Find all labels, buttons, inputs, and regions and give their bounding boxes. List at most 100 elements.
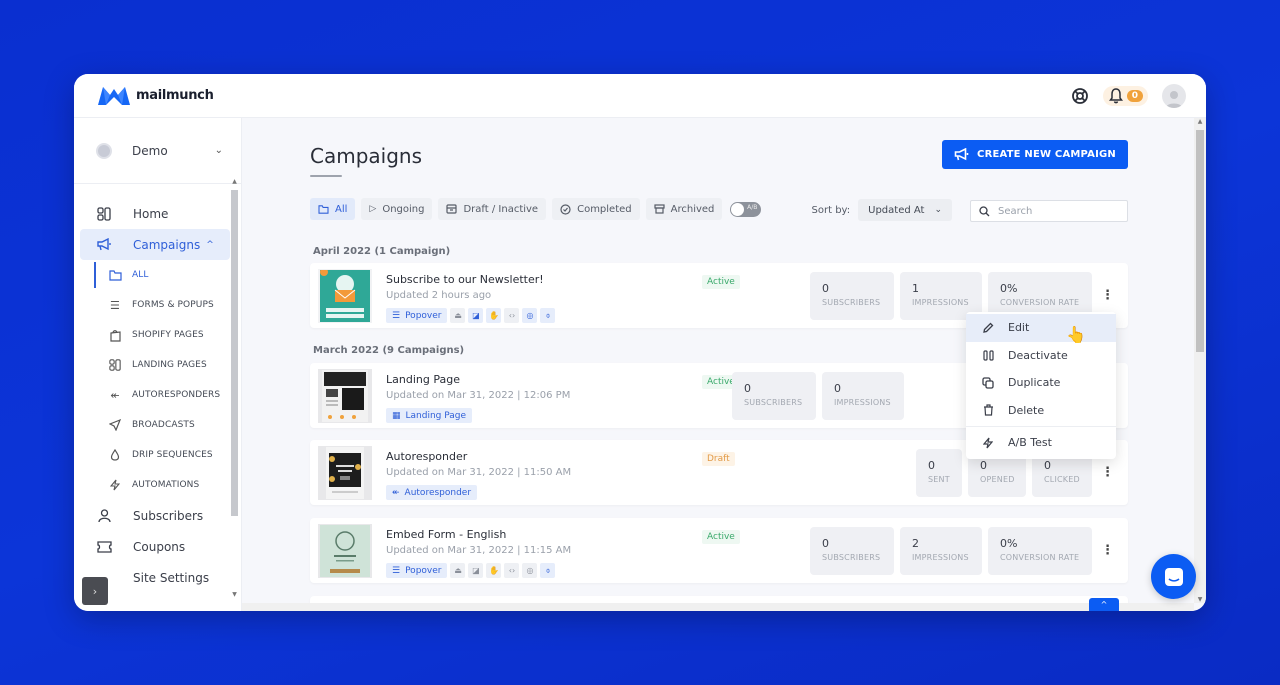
lifebuoy-icon[interactable]	[1071, 87, 1089, 105]
stat-label: CONVERSION RATE	[1000, 298, 1080, 307]
bell-icon	[1108, 88, 1123, 104]
chevron-up-icon: ^	[206, 239, 214, 250]
menu-item-deactivate[interactable]: Deactivate	[966, 342, 1116, 370]
filter-all[interactable]: All	[310, 198, 356, 220]
menu-item-duplicate[interactable]: Duplicate	[966, 369, 1116, 397]
code-icon: ‹›	[504, 563, 520, 578]
sidebar-sub-label: DRIP SEQUENCES	[132, 450, 213, 460]
sort-value: Updated At	[868, 204, 925, 216]
search-icon	[979, 205, 990, 216]
sidebar-sub-broadcasts[interactable]: BROADCASTS	[88, 410, 230, 440]
menu-item-edit[interactable]: Edit	[966, 314, 1116, 342]
workspace-selector[interactable]: Demo ⌄	[74, 118, 241, 184]
scroll-up-arrow-icon[interactable]: ▲	[230, 178, 239, 185]
search-field[interactable]	[970, 200, 1128, 222]
stat-impressions: 2 IMPRESSIONS	[900, 527, 982, 575]
reply-all-icon: ↞	[110, 388, 120, 402]
scroll-down-arrow-icon[interactable]: ▼	[1194, 596, 1206, 603]
scroll-down-arrow-icon[interactable]: ▼	[230, 591, 239, 598]
campaign-thumbnail	[318, 269, 372, 323]
play-icon: ▷	[369, 204, 377, 214]
brand-name: mailmunch	[136, 88, 214, 103]
more-options-icon[interactable]: ⋮	[1101, 544, 1114, 557]
tag-label: Popover	[405, 310, 442, 321]
target-icon: ◎	[522, 563, 538, 578]
copy-icon	[982, 377, 994, 389]
main-scrollbar[interactable]: ▲ ▼	[1194, 118, 1206, 603]
send-icon	[108, 419, 122, 431]
sort-select[interactable]: Updated At ⌄	[858, 199, 952, 221]
campaign-title[interactable]: Embed Form - English	[386, 528, 506, 541]
ab-test-toggle[interactable]: A/B	[730, 201, 762, 217]
stat-label: CONVERSION RATE	[1000, 553, 1080, 562]
campaign-title[interactable]: Landing Page	[386, 373, 460, 386]
menu-item-delete[interactable]: Delete	[966, 397, 1116, 425]
menu-item-label: Edit	[1008, 321, 1030, 335]
user-avatar[interactable]	[1162, 84, 1186, 108]
chevron-right-icon: ›	[92, 584, 98, 598]
filter-label: Ongoing	[382, 203, 425, 215]
menu-item-ab-test[interactable]: A/B Test	[966, 429, 1116, 457]
sidebar-scrollbar[interactable]: ▲ ▼	[230, 178, 239, 598]
title-underline	[310, 175, 342, 177]
sidebar-item-campaigns[interactable]: Campaigns ^	[80, 229, 230, 260]
campaign-title[interactable]: Subscribe to our Newsletter!	[386, 273, 544, 286]
campaign-updated: Updated on Mar 31, 2022 | 11:15 AM	[386, 545, 572, 556]
sidebar-sub-landing-pages[interactable]: LANDING PAGES	[88, 350, 230, 380]
active-indicator	[94, 262, 96, 288]
sidebar-item-subscribers[interactable]: Subscribers	[80, 500, 230, 531]
chat-widget-button[interactable]	[1151, 554, 1196, 599]
more-options-icon[interactable]: ⋮	[1101, 289, 1114, 302]
filter-ongoing[interactable]: ▷ Ongoing	[361, 198, 433, 220]
sidebar-sub-shopify-pages[interactable]: SHOPIFY PAGES	[88, 320, 230, 350]
trash-icon	[982, 404, 994, 416]
sidebar-sub-all[interactable]: ALL	[88, 260, 230, 290]
stat-value: 0	[822, 537, 829, 550]
scrollbar-thumb[interactable]	[231, 190, 238, 516]
bolt-icon	[108, 479, 122, 491]
scroll-up-arrow-icon[interactable]: ▲	[1194, 118, 1206, 125]
filter-archived[interactable]: Archived	[645, 198, 723, 220]
search-input[interactable]	[998, 205, 1118, 217]
create-new-campaign-button[interactable]: CREATE NEW CAMPAIGN	[942, 140, 1128, 169]
sidebar-sub-autoresponders[interactable]: ↞ AUTORESPONDERS	[88, 380, 230, 410]
toggle-knob	[731, 202, 745, 216]
campaign-updated: Updated 2 hours ago	[386, 290, 492, 301]
back-to-top-button[interactable]: ^	[1089, 598, 1119, 611]
list-icon: ☰	[392, 310, 401, 321]
stat-sent: 0 SENT	[916, 449, 962, 497]
sidebar-sub-drip-sequences[interactable]: DRIP SEQUENCES	[88, 440, 230, 470]
filter-draft-inactive[interactable]: Draft / Inactive	[438, 198, 547, 220]
filter-label: Archived	[670, 203, 715, 215]
campaign-type-tag: ↞ Autoresponder	[386, 485, 478, 500]
horizontal-scrollbar[interactable]	[242, 603, 1194, 611]
campaigns-submenu: ALL ☰ FORMS & POPUPS SHOPIFY PAGES LANDI…	[88, 260, 230, 500]
sidebar-sub-label: SHOPIFY PAGES	[132, 330, 204, 340]
campaign-type-tag: ☰ Popover	[386, 308, 448, 323]
more-options-icon[interactable]: ⋮	[1101, 466, 1114, 479]
hand-icon: ✋	[486, 563, 502, 578]
notifications-button[interactable]: 0	[1102, 86, 1148, 106]
campaign-tags: ↞ Autoresponder	[386, 485, 478, 500]
menu-item-label: Delete	[1008, 403, 1045, 417]
sidebar-item-label: Site Settings	[133, 570, 210, 585]
sidebar-item-home[interactable]: Home	[80, 198, 230, 229]
sidebar-sub-automations[interactable]: AUTOMATIONS	[88, 470, 230, 500]
check-circle-icon	[560, 203, 571, 215]
filter-completed[interactable]: Completed	[552, 198, 640, 220]
campaign-title[interactable]: Autoresponder	[386, 450, 467, 463]
sidebar-item-coupons[interactable]: Coupons	[80, 531, 230, 562]
home-grid-icon	[96, 206, 112, 221]
collapse-sidebar-button[interactable]: ›	[82, 577, 108, 605]
logo[interactable]: mailmunch	[96, 83, 214, 109]
user-icon	[96, 508, 112, 523]
sidebar-sub-label: AUTORESPONDERS	[132, 390, 221, 400]
scrollbar-thumb[interactable]	[1196, 130, 1204, 352]
tag-label: Landing Page	[405, 410, 467, 421]
desktop-icon: ⏏	[450, 563, 466, 578]
campaign-card[interactable]: Embed Form - English Updated on Mar 31, …	[310, 518, 1128, 583]
sidebar-item-label: Home	[133, 206, 169, 221]
sidebar-sub-forms-popups[interactable]: ☰ FORMS & POPUPS	[88, 290, 230, 320]
stat-subscribers: 0 SUBSCRIBERS	[732, 372, 816, 420]
chat-icon	[1164, 567, 1183, 586]
